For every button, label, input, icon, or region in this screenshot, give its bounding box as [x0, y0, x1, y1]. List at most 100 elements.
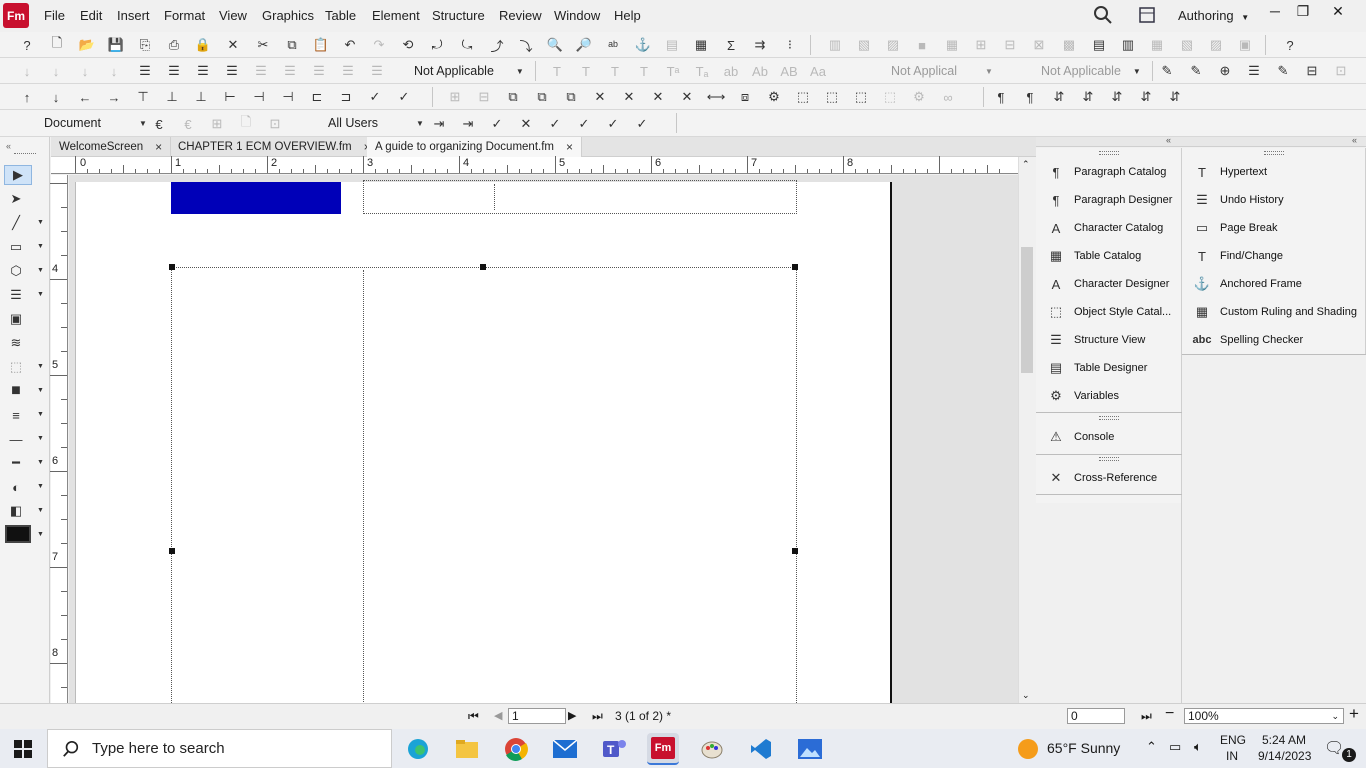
selection-handle[interactable] — [480, 264, 486, 270]
chevron-down-icon[interactable]: ▼ — [37, 435, 44, 442]
pod-item[interactable]: A Character Catalog — [1046, 214, 1164, 242]
selection-handle[interactable] — [169, 264, 175, 270]
border-color-swatch[interactable] — [5, 525, 31, 543]
arrange-icon[interactable]: ⊏ — [308, 88, 326, 106]
selection-handle[interactable] — [792, 548, 798, 554]
object-icon[interactable]: ⚙ — [910, 88, 928, 106]
toolbar2-icon[interactable]: ⊟ — [1303, 62, 1321, 80]
text-flow-icon[interactable]: ⇵ — [1137, 88, 1155, 106]
paint-icon[interactable] — [696, 733, 728, 765]
toolbar1-icon[interactable]: ▩ — [1060, 36, 1078, 54]
menu-review[interactable]: Review — [499, 8, 542, 23]
selection-handle[interactable] — [169, 548, 175, 554]
character-style-icon[interactable]: ab — [722, 62, 740, 80]
menu-format[interactable]: Format — [164, 8, 205, 23]
pod-grip[interactable] — [1264, 151, 1284, 155]
mail-icon[interactable] — [549, 733, 581, 765]
tint-tool[interactable]: ◐ — [6, 477, 26, 497]
character-style-icon[interactable]: T — [635, 62, 653, 80]
align-icon[interactable]: ☰ — [136, 62, 154, 80]
edge-icon[interactable] — [402, 733, 434, 765]
character-format-dropdown[interactable]: Not Applical ▼ — [891, 64, 993, 78]
toolbar1-icon[interactable]: Σ — [722, 36, 740, 54]
align-icon[interactable]: ☰ — [194, 62, 212, 80]
pod-item[interactable]: ¶ Paragraph Designer — [1046, 186, 1173, 214]
toolbar2-icon[interactable]: ✎ — [1274, 62, 1292, 80]
toolbar2-icon[interactable]: ⊕ — [1216, 62, 1234, 80]
pod-grip[interactable] — [1099, 457, 1119, 461]
document-canvas[interactable] — [69, 175, 1018, 703]
object-icon[interactable]: ⊞ — [446, 88, 464, 106]
arrange-icon[interactable]: ⊥ — [192, 88, 210, 106]
character-style-icon[interactable]: Ab — [751, 62, 769, 80]
toolbar4-icon[interactable]: € — [150, 115, 168, 133]
vscode-icon[interactable] — [745, 733, 777, 765]
frame-tool[interactable]: ⬚ — [6, 357, 26, 377]
toolbar1-icon[interactable]: ⤾ — [428, 36, 446, 54]
previous-page-icon[interactable]: ◀ — [494, 709, 502, 722]
toolbar1-icon[interactable]: ■ — [913, 36, 931, 54]
track-change-icon[interactable]: ⇥ — [430, 115, 448, 133]
text-frame-top[interactable] — [363, 180, 797, 214]
toolbar1-icon[interactable]: ⤴ — [488, 36, 506, 54]
text-flow-icon[interactable]: ¶ — [1021, 88, 1039, 106]
image-tool[interactable]: ▣ — [6, 309, 26, 329]
toolbar1-icon[interactable]: ⤵ — [517, 36, 535, 54]
toolbar1-icon[interactable]: ⊞ — [972, 36, 990, 54]
toolbar1-icon[interactable]: ↶ — [341, 36, 359, 54]
arrange-icon[interactable]: ⊤ — [134, 88, 152, 106]
toolbar1-icon[interactable]: ▨ — [884, 36, 902, 54]
chevron-down-icon[interactable]: ▼ — [37, 507, 44, 514]
table-format-dropdown[interactable]: Not Applicable ▼ — [1041, 64, 1141, 78]
toolbar1-icon[interactable]: ▨ — [1207, 36, 1225, 54]
object-icon[interactable]: ⚙ — [765, 88, 783, 106]
pod-item[interactable]: ⬚ Object Style Catal... — [1046, 298, 1171, 326]
collapse-icon[interactable]: « — [6, 141, 11, 151]
pod-item[interactable]: T Hypertext — [1192, 158, 1267, 186]
menu-window[interactable]: Window — [554, 8, 600, 23]
toolbar2-icon[interactable]: ↓ — [18, 62, 36, 80]
text-flow-icon[interactable]: ¶ — [992, 88, 1010, 106]
arrange-icon[interactable]: ⊥ — [163, 88, 181, 106]
workspace-switcher[interactable]: Authoring ▼ — [1178, 8, 1249, 23]
arrange-icon[interactable]: ⊐ — [337, 88, 355, 106]
object-icon[interactable]: ∞ — [939, 88, 957, 106]
text-frame-tool[interactable]: ☰ — [6, 285, 26, 305]
toolbar1-icon[interactable]: ▧ — [1178, 36, 1196, 54]
weather-sun-icon[interactable] — [1018, 739, 1038, 759]
text-flow-icon[interactable]: ⇵ — [1050, 88, 1068, 106]
arrange-icon[interactable]: ⊣ — [250, 88, 268, 106]
pod-grip[interactable] — [1099, 151, 1119, 155]
users-select[interactable]: All Users ▼ — [328, 116, 424, 130]
scroll-down-icon[interactable]: ⌄ — [1022, 690, 1030, 701]
pod-item[interactable]: ¶ Paragraph Catalog — [1046, 158, 1167, 186]
select-object-tool[interactable]: ▶ — [4, 165, 32, 185]
pod-item[interactable]: A Character Designer — [1046, 270, 1170, 298]
toolbar2-icon[interactable]: ✎ — [1187, 62, 1205, 80]
arrange-icon[interactable]: ↑ — [18, 88, 36, 106]
align-icon[interactable]: ☰ — [339, 62, 357, 80]
text-flow-icon[interactable]: ⇵ — [1166, 88, 1184, 106]
tab-guide-document[interactable]: A guide to organizing Document.fm × — [367, 137, 583, 157]
track-change-icon[interactable]: ✓ — [604, 115, 622, 133]
menu-file[interactable]: File — [44, 8, 65, 23]
rectangle-tool[interactable]: ▭ — [6, 237, 26, 257]
arrange-icon[interactable]: ← — [76, 88, 94, 106]
page-number-input[interactable]: 1 — [508, 708, 566, 724]
track-change-icon[interactable]: ✓ — [546, 115, 564, 133]
align-icon[interactable]: ☰ — [252, 62, 270, 80]
tab-chapter-1[interactable]: CHAPTER 1 ECM OVERVIEW.fm× — [170, 137, 380, 157]
pointer-tool[interactable]: ➤ — [6, 189, 26, 209]
align-icon[interactable]: ☰ — [281, 62, 299, 80]
toolbar1-icon[interactable]: 🔎 — [575, 36, 593, 54]
line-width-tool[interactable]: ≡ — [6, 405, 26, 425]
toolbar1-icon[interactable]: 🔒 — [194, 36, 212, 54]
last-page-icon[interactable]: ⏭ — [592, 709, 603, 724]
object-icon[interactable]: ⟷ — [707, 88, 726, 106]
pod-item[interactable]: T Find/Change — [1192, 242, 1283, 270]
close-icon[interactable]: × — [155, 140, 162, 154]
photos-icon[interactable] — [794, 733, 826, 765]
tab-welcome-screen[interactable]: WelcomeScreen × — [51, 137, 172, 157]
object-icon[interactable]: ⧉ — [504, 88, 522, 106]
pod-item[interactable]: ✕ Cross-Reference — [1046, 464, 1158, 492]
